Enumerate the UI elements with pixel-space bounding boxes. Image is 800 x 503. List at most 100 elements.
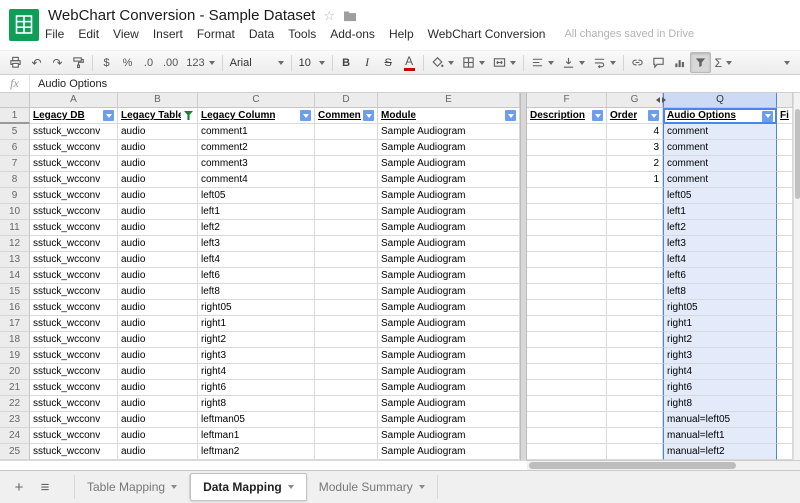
tab-menu-caret[interactable] <box>419 485 425 489</box>
cell[interactable] <box>607 364 663 380</box>
row-number-12[interactable]: 12 <box>0 236 30 252</box>
text-wrap-button[interactable] <box>589 52 620 73</box>
cell[interactable]: sstuck_wcconv <box>30 332 118 348</box>
cell[interactable]: left3 <box>198 236 315 252</box>
cell[interactable]: sstuck_wcconv <box>30 268 118 284</box>
cell[interactable]: leftman2 <box>198 444 315 460</box>
column-letter-partial[interactable] <box>777 93 793 108</box>
cell[interactable]: 2 <box>607 156 663 172</box>
cell[interactable]: audio <box>118 412 198 428</box>
cell[interactable] <box>315 348 378 364</box>
cell[interactable] <box>315 188 378 204</box>
insert-comment-button[interactable] <box>648 52 669 73</box>
row-number-22[interactable]: 22 <box>0 396 30 412</box>
cell[interactable]: Sample Audiogram <box>378 444 520 460</box>
strikethrough-button[interactable]: S <box>378 52 399 73</box>
cell[interactable]: sstuck_wcconv <box>30 348 118 364</box>
cell[interactable]: left2 <box>198 220 315 236</box>
cell[interactable]: right3 <box>663 348 777 364</box>
cell[interactable]: sstuck_wcconv <box>30 316 118 332</box>
cell[interactable]: audio <box>118 316 198 332</box>
cell[interactable] <box>777 380 793 396</box>
cell[interactable]: left05 <box>198 188 315 204</box>
row-number-20[interactable]: 20 <box>0 364 30 380</box>
cell[interactable]: left05 <box>663 188 777 204</box>
row-number-11[interactable]: 11 <box>0 220 30 236</box>
cell[interactable] <box>607 220 663 236</box>
cell[interactable]: right05 <box>663 300 777 316</box>
cell[interactable]: left4 <box>663 252 777 268</box>
row-number-1[interactable]: 1 <box>0 108 30 124</box>
cell[interactable]: 3 <box>607 140 663 156</box>
row-number-13[interactable]: 13 <box>0 252 30 268</box>
cell[interactable]: audio <box>118 284 198 300</box>
increase-decimal-button[interactable]: .00 <box>159 52 182 73</box>
add-sheet-button[interactable]: + <box>6 474 32 500</box>
menu-add-ons[interactable]: Add-ons <box>323 27 382 41</box>
cell[interactable]: left6 <box>198 268 315 284</box>
cell[interactable] <box>315 252 378 268</box>
cell[interactable] <box>777 236 793 252</box>
print-button[interactable] <box>5 52 26 73</box>
cell[interactable] <box>777 348 793 364</box>
cell[interactable]: Sample Audiogram <box>378 236 520 252</box>
cell[interactable] <box>777 412 793 428</box>
cell[interactable]: Sample Audiogram <box>378 428 520 444</box>
cell[interactable]: sstuck_wcconv <box>30 444 118 460</box>
cell[interactable]: Sample Audiogram <box>378 268 520 284</box>
header-cell-fi[interactable]: Fi <box>777 108 793 124</box>
cell[interactable] <box>607 444 663 460</box>
row-number-16[interactable]: 16 <box>0 300 30 316</box>
cell[interactable]: audio <box>118 348 198 364</box>
cell[interactable] <box>607 412 663 428</box>
row-number-19[interactable]: 19 <box>0 348 30 364</box>
cell[interactable] <box>527 172 607 188</box>
cell[interactable]: audio <box>118 268 198 284</box>
cell[interactable]: Sample Audiogram <box>378 300 520 316</box>
cell[interactable] <box>527 236 607 252</box>
cell[interactable]: sstuck_wcconv <box>30 204 118 220</box>
cell[interactable] <box>777 124 793 140</box>
filter-dropdown-icon[interactable] <box>300 110 311 121</box>
cell[interactable]: audio <box>118 124 198 140</box>
cell[interactable] <box>607 284 663 300</box>
cell[interactable]: left8 <box>663 284 777 300</box>
undo-button[interactable]: ↶ <box>26 52 47 73</box>
row-number-25[interactable]: 25 <box>0 444 30 460</box>
cell[interactable]: left8 <box>198 284 315 300</box>
cell[interactable] <box>527 188 607 204</box>
cell[interactable]: Sample Audiogram <box>378 220 520 236</box>
cell[interactable]: right2 <box>198 332 315 348</box>
cell[interactable] <box>315 428 378 444</box>
filter-dropdown-icon[interactable] <box>363 110 374 121</box>
cell[interactable] <box>315 300 378 316</box>
cell[interactable] <box>315 396 378 412</box>
menu-view[interactable]: View <box>106 27 146 41</box>
cell[interactable] <box>527 396 607 412</box>
cell[interactable]: Sample Audiogram <box>378 348 520 364</box>
cell[interactable] <box>315 156 378 172</box>
cell[interactable] <box>315 284 378 300</box>
cell[interactable]: sstuck_wcconv <box>30 252 118 268</box>
cell[interactable] <box>777 172 793 188</box>
cell[interactable]: right4 <box>198 364 315 380</box>
cell[interactable]: comment3 <box>198 156 315 172</box>
cell[interactable] <box>777 220 793 236</box>
text-color-button[interactable]: A <box>399 52 420 73</box>
header-cell-order[interactable]: Order <box>607 108 663 124</box>
paint-format-button[interactable] <box>68 52 89 73</box>
cell[interactable]: audio <box>118 364 198 380</box>
cell[interactable] <box>607 252 663 268</box>
horizontal-scrollbar[interactable] <box>527 460 793 470</box>
cell[interactable] <box>527 380 607 396</box>
cell[interactable] <box>527 284 607 300</box>
cell[interactable]: Sample Audiogram <box>378 316 520 332</box>
cell[interactable] <box>777 364 793 380</box>
cell[interactable] <box>527 412 607 428</box>
document-title[interactable]: WebChart Conversion - Sample Dataset <box>48 7 315 24</box>
cell[interactable]: left4 <box>198 252 315 268</box>
cell[interactable]: left3 <box>663 236 777 252</box>
cell[interactable] <box>777 268 793 284</box>
cell[interactable] <box>777 332 793 348</box>
cell[interactable]: sstuck_wcconv <box>30 412 118 428</box>
